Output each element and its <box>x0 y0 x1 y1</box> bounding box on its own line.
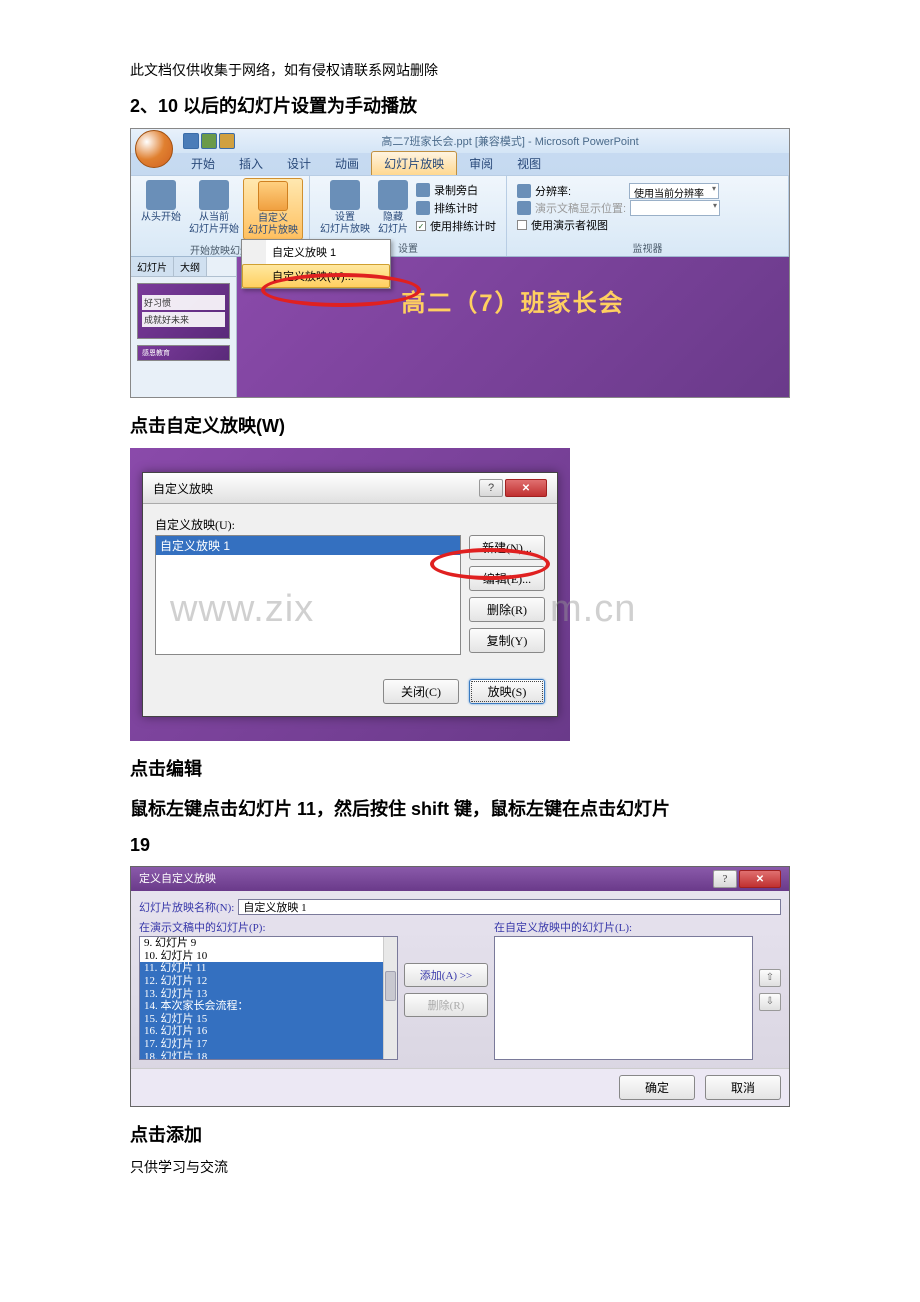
move-down-button[interactable]: ⇩ <box>759 993 781 1011</box>
setup-slideshow-button[interactable]: 设置 幻灯片放映 <box>316 178 374 238</box>
presentation-slides-list[interactable]: 9. 幻灯片 910. 幻灯片 1011. 幻灯片 1112. 幻灯片 1213… <box>139 936 398 1060</box>
show-on-icon <box>517 201 531 215</box>
dialog-title: 自定义放映 <box>153 480 213 497</box>
tab-insert[interactable]: 插入 <box>227 152 275 175</box>
slide-list-item[interactable]: 18. 幻灯片 18 <box>140 1051 397 1060</box>
collection-notice: 此文档仅供收集于网络，如有侵权请联系网站删除 <box>130 60 790 80</box>
caption-shift-select: 鼠标左键点击幻灯片 11，然后按住 shift 键，鼠标左键在点击幻灯片 <box>130 795 790 821</box>
new-button[interactable]: 新建(N)... <box>469 535 545 560</box>
caption-click-custom: 点击自定义放映(W) <box>130 412 790 438</box>
record-icon <box>416 183 430 197</box>
section-heading: 2、10 以后的幻灯片设置为手动播放 <box>130 92 790 118</box>
slide-thumbnail-1[interactable]: 好习惯 成就好未来 <box>137 283 230 339</box>
tab-slideshow[interactable]: 幻灯片放映 <box>371 151 457 175</box>
dialog-help-button[interactable]: ? <box>479 479 503 497</box>
presenter-view-checkbox[interactable] <box>517 220 527 230</box>
close-button[interactable]: 关闭(C) <box>383 679 459 704</box>
slide-list-item[interactable]: 15. 幻灯片 15 <box>140 1013 397 1026</box>
slideshow-name-label: 幻灯片放映名称(N): <box>139 899 234 915</box>
slide-list-item[interactable]: 10. 幻灯片 10 <box>140 950 397 963</box>
qat-redo-icon[interactable] <box>219 133 235 149</box>
right-list-label: 在自定义放映中的幻灯片(L): <box>494 919 753 935</box>
hide-slide-button[interactable]: 隐藏 幻灯片 <box>374 178 412 238</box>
list-item-custom-1[interactable]: 自定义放映 1 <box>156 536 460 555</box>
slide-list-item[interactable]: 16. 幻灯片 16 <box>140 1025 397 1038</box>
qat-save-icon[interactable] <box>183 133 199 149</box>
custom-show-dropdown: 自定义放映 1 自定义放映(W)... <box>241 239 391 289</box>
slide-list-item[interactable]: 12. 幻灯片 12 <box>140 975 397 988</box>
group-monitor-label: 监视器 <box>513 238 782 255</box>
use-timing-checkbox[interactable]: ✓ <box>416 221 426 231</box>
caption-click-add: 点击添加 <box>130 1121 790 1147</box>
slide-list-item[interactable]: 9. 幻灯片 9 <box>140 937 397 950</box>
left-list-label: 在演示文稿中的幻灯片(P): <box>139 919 398 935</box>
from-beginning-button[interactable]: 从头开始 <box>137 178 185 240</box>
copy-button[interactable]: 复制(Y) <box>469 628 545 653</box>
tab-view[interactable]: 视图 <box>505 152 553 175</box>
record-narration-chk[interactable]: 录制旁白 <box>434 182 478 198</box>
ok-button[interactable]: 确定 <box>619 1075 695 1100</box>
rehearse-timing-chk[interactable]: 排练计时 <box>434 200 478 216</box>
custom-slideshow-button[interactable]: 自定义 幻灯片放映 <box>243 178 303 240</box>
slide-list-item[interactable]: 13. 幻灯片 13 <box>140 988 397 1001</box>
watermark-right: m.cn <box>550 588 636 631</box>
tab-home[interactable]: 开始 <box>179 152 227 175</box>
cancel-button[interactable]: 取消 <box>705 1075 781 1100</box>
menu-custom-show-1[interactable]: 自定义放映 1 <box>242 240 390 264</box>
show-button[interactable]: 放映(S) <box>469 679 545 704</box>
resolution-icon <box>517 184 531 198</box>
office-button[interactable] <box>135 130 173 168</box>
tab-design[interactable]: 设计 <box>275 152 323 175</box>
from-current-button[interactable]: 从当前 幻灯片开始 <box>185 178 243 240</box>
slide-list-item[interactable]: 14. 本次家长会流程： <box>140 1000 397 1013</box>
edit-button[interactable]: 编辑(E)... <box>469 566 545 591</box>
move-up-button[interactable]: ⇧ <box>759 969 781 987</box>
dialog-screenshot-bg: 自定义放映 ? ✕ 自定义放映(U): 自定义放映 1 新建(N)... 编辑(… <box>130 448 570 741</box>
custom-show-slides-list[interactable] <box>494 936 753 1060</box>
show-on-combo[interactable] <box>630 200 720 216</box>
custom-show-listbox[interactable]: 自定义放映 1 <box>155 535 461 655</box>
tab-review[interactable]: 审阅 <box>457 152 505 175</box>
custom-show-list-label: 自定义放映(U): <box>155 516 545 533</box>
dialog3-help-button[interactable]: ? <box>713 870 737 888</box>
remove-slide-button[interactable]: 删除(R) <box>404 993 488 1017</box>
powerpoint-screenshot: 高二7班家长会.ppt [兼容模式] - Microsoft PowerPoin… <box>130 128 790 398</box>
slide-thumbnail-2[interactable]: 感恩教育 <box>137 345 230 361</box>
scroll-thumb[interactable] <box>385 971 396 1001</box>
menu-custom-show-w[interactable]: 自定义放映(W)... <box>242 264 390 288</box>
add-button[interactable]: 添加(A) >> <box>404 963 488 987</box>
side-tab-outline[interactable]: 大纲 <box>174 257 207 276</box>
page-footer: 只供学习与交流 <box>130 1157 790 1177</box>
remove-button[interactable]: 删除(R) <box>469 597 545 622</box>
ribbon-tabs: 开始 插入 设计 动画 幻灯片放映 审阅 视图 <box>131 153 789 175</box>
caption-click-edit: 点击编辑 <box>130 755 790 781</box>
define-custom-show-dialog: 定义自定义放映 ? ✕ 幻灯片放映名称(N): 在演示文稿中的幻灯片(P): 9… <box>130 866 790 1107</box>
tab-animation[interactable]: 动画 <box>323 152 371 175</box>
window-title: 高二7班家长会.ppt [兼容模式] - Microsoft PowerPoin… <box>381 133 638 149</box>
dialog3-title: 定义自定义放映 <box>139 870 216 888</box>
scrollbar[interactable] <box>383 937 397 1059</box>
rehearse-icon <box>416 201 430 215</box>
dialog-close-button[interactable]: ✕ <box>505 479 547 497</box>
qat-undo-icon[interactable] <box>201 133 217 149</box>
slideshow-name-input[interactable] <box>238 899 781 915</box>
custom-show-dialog: 自定义放映 ? ✕ 自定义放映(U): 自定义放映 1 新建(N)... 编辑(… <box>142 472 558 717</box>
side-tab-slides[interactable]: 幻灯片 <box>131 257 174 276</box>
slide-list-item[interactable]: 17. 幻灯片 17 <box>140 1038 397 1051</box>
caption-19: 19 <box>130 835 790 856</box>
resolution-combo[interactable]: 使用当前分辨率 <box>629 183 719 199</box>
dialog3-close-button[interactable]: ✕ <box>739 870 781 888</box>
slide-list-item[interactable]: 11. 幻灯片 11 <box>140 962 397 975</box>
